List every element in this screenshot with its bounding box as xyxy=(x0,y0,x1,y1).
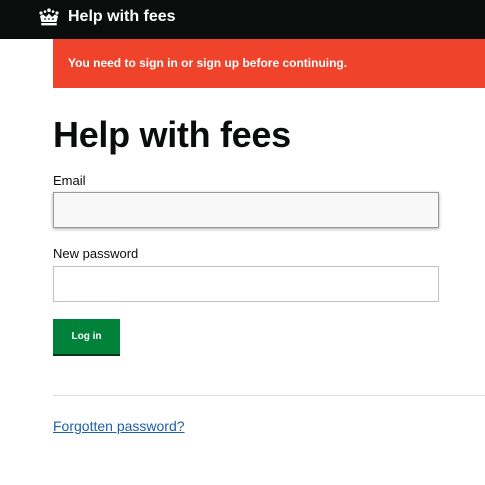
email-label: Email xyxy=(53,173,86,188)
log-in-button[interactable]: Log in xyxy=(53,319,120,356)
site-header: Help with fees xyxy=(0,0,485,39)
password-field[interactable] xyxy=(53,266,439,302)
header-title[interactable]: Help with fees xyxy=(68,8,176,26)
page-title: Help with fees xyxy=(53,114,291,155)
forgotten-password-link[interactable]: Forgotten password? xyxy=(53,417,185,435)
password-label: New password xyxy=(53,246,139,261)
divider xyxy=(53,395,485,396)
crown-icon xyxy=(39,8,59,26)
email-field[interactable] xyxy=(53,192,439,228)
flash-error-banner: You need to sign in or sign up before co… xyxy=(53,39,485,88)
